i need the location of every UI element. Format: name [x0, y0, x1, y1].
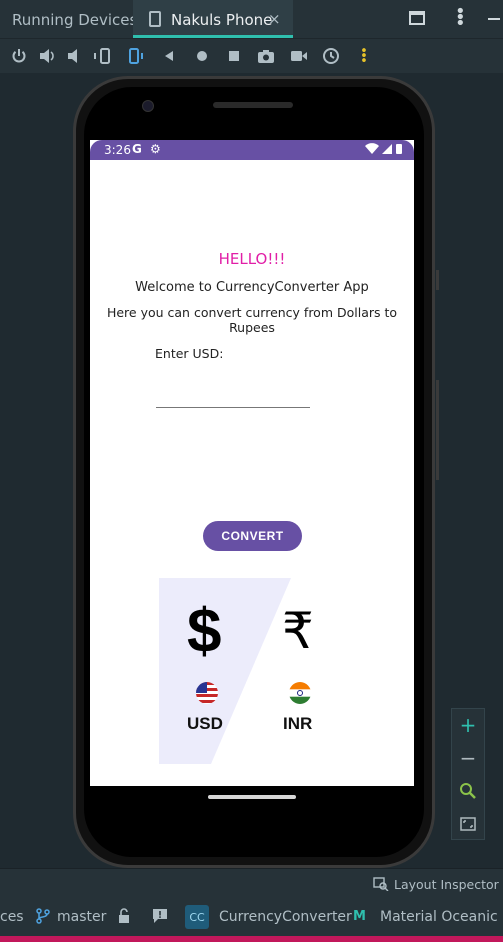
- back-icon[interactable]: [159, 47, 179, 65]
- phone-volume-button: [436, 380, 439, 480]
- options-more-icon[interactable]: • • •: [455, 3, 466, 33]
- hello-text: HELLO!!!: [218, 250, 286, 268]
- dollar-symbol: $: [187, 597, 222, 666]
- project-name[interactable]: CurrencyConverter: [219, 909, 352, 925]
- rotate-right-icon[interactable]: [126, 47, 146, 65]
- zoom-in-icon[interactable]: +: [452, 709, 484, 741]
- git-branch-label[interactable]: master: [57, 909, 106, 925]
- lock-icon[interactable]: [117, 908, 131, 928]
- wifi-icon: [365, 143, 379, 154]
- status-indicators: [364, 143, 404, 158]
- snapshot-icon[interactable]: [321, 47, 341, 65]
- gesture-home-bar[interactable]: [208, 795, 296, 799]
- screenshot-icon[interactable]: [256, 47, 276, 65]
- usd-code: USD: [187, 714, 223, 733]
- welcome-text: Welcome to CurrencyConverter App: [135, 280, 369, 295]
- front-camera: [142, 100, 154, 112]
- layout-inspector-button[interactable]: Layout Inspector: [394, 877, 499, 892]
- power-icon[interactable]: [9, 47, 29, 65]
- phone-device-icon: [149, 11, 161, 27]
- description-text: Here you can convert currency from Dolla…: [106, 305, 398, 335]
- layout-inspector-icon[interactable]: [373, 876, 389, 895]
- status-partial-text[interactable]: ces: [0, 909, 24, 925]
- phone-screen: 3:26 G ⚙ HELLO!!! Welcome to CurrencyCon…: [90, 140, 414, 786]
- cell-signal-icon: [382, 144, 392, 154]
- project-badge: CC: [185, 905, 209, 929]
- convert-button[interactable]: CONVERT: [203, 521, 302, 551]
- zoom-actual-size-icon[interactable]: [452, 775, 484, 807]
- android-status-bar: 3:26 G ⚙: [90, 140, 414, 160]
- settings-gear-icon: ⚙: [150, 142, 161, 156]
- earpiece-speaker: [213, 102, 293, 108]
- running-devices-tabbar: Running Devices: Nakuls Phone × • • •: [0, 0, 503, 39]
- tab-nakuls-phone[interactable]: Nakuls Phone ×: [133, 0, 293, 38]
- bottom-separator: [0, 868, 503, 869]
- overview-icon[interactable]: [224, 47, 244, 65]
- rupee-symbol: ₹: [282, 602, 314, 660]
- phone-side-button: [436, 270, 439, 290]
- zoom-out-icon[interactable]: −: [452, 742, 484, 774]
- tab-label: Nakuls Phone: [171, 11, 273, 29]
- window-bottom-accent: [0, 936, 503, 942]
- home-icon[interactable]: [192, 47, 212, 65]
- volume-down-icon[interactable]: [64, 47, 84, 65]
- volume-up-icon[interactable]: [37, 47, 57, 65]
- india-flag-icon: [289, 682, 311, 704]
- maximize-window-icon[interactable]: [409, 11, 425, 25]
- theme-name[interactable]: Material Oceanic: [380, 909, 498, 925]
- running-devices-title: Running Devices:: [12, 11, 143, 29]
- rotate-left-icon[interactable]: [93, 47, 113, 65]
- zoom-fit-icon[interactable]: [452, 808, 484, 840]
- battery-icon: [396, 144, 402, 154]
- google-icon: G: [132, 142, 142, 156]
- git-branch-icon: [36, 908, 50, 928]
- inr-code: INR: [283, 714, 313, 733]
- notifications-icon[interactable]: [152, 908, 168, 928]
- device-toolbar: • • •: [0, 39, 503, 73]
- more-icon[interactable]: • • •: [354, 45, 374, 68]
- zoom-controls: + −: [451, 708, 485, 840]
- us-flag-icon: [196, 682, 218, 704]
- usd-input[interactable]: [156, 385, 310, 408]
- screen-record-icon[interactable]: [289, 47, 309, 65]
- theme-icon: M: [353, 909, 366, 924]
- enter-usd-label: Enter USD:: [155, 346, 224, 361]
- currency-image: $ ₹ USD INR: [159, 578, 345, 764]
- minimize-panel-icon[interactable]: [488, 18, 500, 20]
- status-time: 3:26: [104, 143, 131, 157]
- close-tab-icon[interactable]: ×: [268, 10, 281, 28]
